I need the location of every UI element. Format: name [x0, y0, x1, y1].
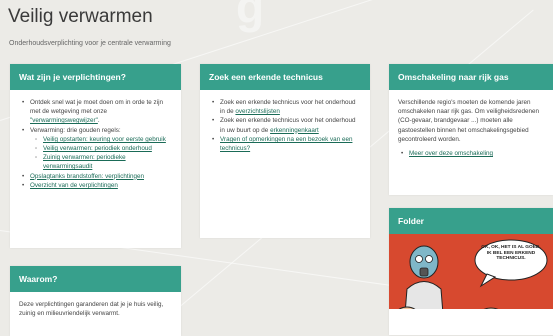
- card-omschakeling: Omschakeling naar rijk gas Verschillende…: [389, 64, 553, 195]
- vragen-opmerkingen-link[interactable]: Vragen of opmerkingen na een bezoek van …: [220, 136, 352, 152]
- list-item: Zoek een erkende technicus voor het onde…: [212, 116, 361, 134]
- card-verplichtingen: Wat zijn je verplichtingen? Ontdek snel …: [10, 64, 181, 248]
- sub-list-item: Veilig verwarmen: periodiek onderhoud: [35, 144, 172, 153]
- meer-omschakeling-link[interactable]: Meer over deze omschakeling: [409, 150, 493, 157]
- verwarmingswegwijzer-link[interactable]: "verwarmingswegwijzer": [30, 117, 98, 124]
- list-item-text: Verwarming: drie gouden regels:: [30, 126, 121, 134]
- folder-cover-image[interactable]: OK, OK, HET IS AL GOED. IK BEL EEN ERKEN…: [389, 234, 553, 309]
- speech-bubble-text: OK, OK, HET IS AL GOED. IK BEL EEN ERKEN…: [481, 245, 541, 262]
- list-item: Vragen of opmerkingen na een bezoek van …: [212, 135, 361, 153]
- card-text: Deze verplichtingen garanderen dat je je…: [19, 301, 164, 318]
- folder-illustration: OK, OK, HET IS AL GOED. IK BEL EEN ERKEN…: [389, 234, 553, 309]
- card-title: Wat zijn je verplichtingen?: [10, 64, 181, 90]
- list-item-text: .: [97, 117, 100, 125]
- list-item: Verwarming: drie gouden regels: Veilig o…: [22, 126, 172, 172]
- card-title: Waarom?: [10, 266, 181, 292]
- card-body: Zoek een erkende technicus voor het onde…: [200, 90, 370, 159]
- page-title: Veilig verwarmen: [8, 6, 153, 27]
- card-body: Verschillende regio's moeten de komende …: [389, 90, 553, 164]
- card-title: Folder: [389, 208, 553, 234]
- erkenningenkaart-link[interactable]: erkenningenkaart: [270, 127, 319, 134]
- opslagtanks-link[interactable]: Opslagtanks brandstoffen: verplichtingen: [30, 173, 144, 180]
- card-title: Zoek een erkende technicus: [200, 64, 370, 90]
- card-technicus: Zoek een erkende technicus Zoek een erke…: [200, 64, 370, 238]
- card-body: Ontdek snel wat je moet doen om in orde …: [10, 90, 181, 196]
- card-text: Verschillende regio's moeten de komende …: [398, 99, 540, 143]
- card-title: Omschakeling naar rijk gas: [389, 64, 553, 90]
- header-decor-letters: g: [236, 0, 266, 33]
- zuinig-verwarmen-link[interactable]: Zuinig verwarmen: periodieke verwarmings…: [43, 154, 126, 170]
- list-item: Overzicht van de verplichtingen: [22, 181, 172, 190]
- card-waarom: Waarom? Deze verplichtingen garanderen d…: [10, 266, 181, 336]
- sub-list-item: Veilig opstarten: keuring voor eerste ge…: [35, 135, 172, 144]
- overzicht-verplichtingen-link[interactable]: Overzicht van de verplichtingen: [30, 182, 118, 189]
- list-item: Zoek een erkende technicus voor het onde…: [212, 98, 361, 116]
- card-folder: Folder OK, OK, HET IS AL GOED. IK BEL EE…: [389, 208, 553, 335]
- sub-list-item: Zuinig verwarmen: periodieke verwarmings…: [35, 153, 172, 171]
- list-item-text: Ontdek snel wat je moet doen om in orde …: [30, 99, 164, 116]
- overzichtslijsten-link[interactable]: overzichtslijsten: [235, 108, 279, 115]
- page-subtitle: Onderhoudsverplichting voor je centrale …: [9, 40, 171, 47]
- veilig-verwarmen-link[interactable]: Veilig verwarmen: periodiek onderhoud: [43, 145, 152, 152]
- list-item: Meer over deze omschakeling: [401, 149, 544, 158]
- card-body: Deze verplichtingen garanderen dat je je…: [10, 292, 181, 324]
- list-item: Opslagtanks brandstoffen: verplichtingen: [22, 172, 172, 181]
- veilig-opstarten-link[interactable]: Veilig opstarten: keuring voor eerste ge…: [43, 136, 166, 143]
- list-item: Ontdek snel wat je moet doen om in orde …: [22, 98, 172, 126]
